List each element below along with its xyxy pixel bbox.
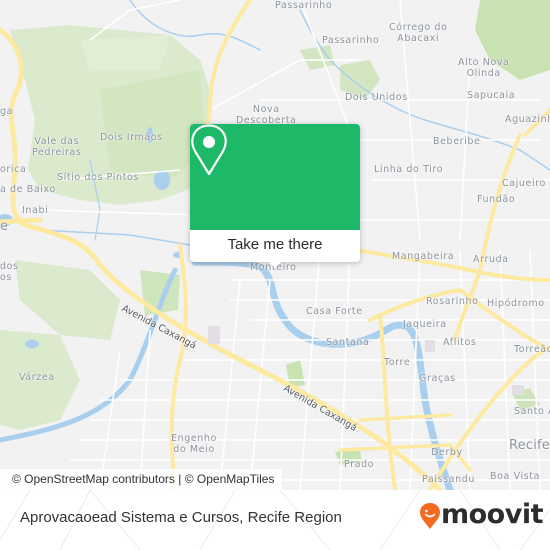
place-label: Dois Unidos (345, 92, 408, 103)
place-label: Engenho do Meio (171, 433, 217, 455)
place-label: Torreão (514, 344, 550, 355)
place-label: a de Baixo (0, 184, 56, 195)
place-label: Alto Nova Olinda (458, 57, 510, 79)
footer: Aprovacaoead Sistema e Cursos, Recife Re… (0, 490, 550, 550)
place-label: Cajueiro (502, 178, 546, 189)
place-label: Arruda (473, 254, 509, 265)
place-label: Paissandu (422, 474, 475, 485)
place-label: Sítio dos Pintos (57, 172, 139, 183)
place-label: Vale das Pedreiras (32, 136, 82, 158)
place-label: Várzea (19, 372, 55, 383)
place-label: ga (0, 106, 14, 117)
take-me-there-button[interactable]: Take me there (190, 230, 360, 262)
moovit-wordmark: moovit (441, 499, 544, 530)
place-label: Aguazinha (505, 114, 550, 125)
map-pin-icon (191, 124, 227, 176)
place-label: Jaqueira (403, 319, 447, 330)
map-attribution[interactable]: © OpenStreetMap contributors | © OpenMap… (0, 469, 283, 490)
place-label: Hipódromo (487, 298, 545, 309)
place-label: Linha do Tiro (374, 164, 444, 175)
place-label: Boa Vista (490, 471, 540, 482)
location-title: Aprovacaoead Sistema e Cursos, Recife Re… (20, 509, 342, 526)
place-label: Mangabeira (392, 251, 455, 262)
place-label: Passarinho (275, 0, 333, 11)
place-label: Passarinho (322, 35, 380, 46)
place-label: Prado (344, 459, 375, 470)
popup-pointer (267, 260, 283, 268)
place-label: Derby (431, 447, 463, 458)
place-label: Nova Descoberta (236, 104, 297, 126)
place-label: e (0, 219, 9, 234)
place-label: orica (0, 164, 27, 175)
place-label: Inabi (22, 205, 49, 216)
place-label: Córrego do Abacaxi (389, 22, 448, 44)
place-label: Beberibe (433, 136, 481, 147)
place-label: Recife (509, 438, 550, 453)
place-label: Sapucaia (467, 90, 516, 101)
map-view[interactable]: Passarinho Passarinho Córrego do Abacaxi… (0, 0, 550, 490)
location-popup[interactable]: Take me there (190, 124, 360, 268)
place-label: dos os (0, 261, 19, 283)
place-label: Torre (384, 357, 411, 368)
place-label: Santana (326, 337, 370, 348)
place-label: Graças (419, 373, 456, 384)
place-label: Fundão (477, 194, 516, 205)
moovit-pin-icon (420, 503, 440, 529)
place-label: Aflitos (443, 337, 477, 348)
popup-header (190, 124, 360, 230)
place-label: Rosarinho (426, 296, 479, 307)
place-label: Dois Irmãos (100, 132, 163, 143)
place-label: Santo A (514, 406, 550, 417)
place-label: Casa Forte (306, 306, 363, 317)
